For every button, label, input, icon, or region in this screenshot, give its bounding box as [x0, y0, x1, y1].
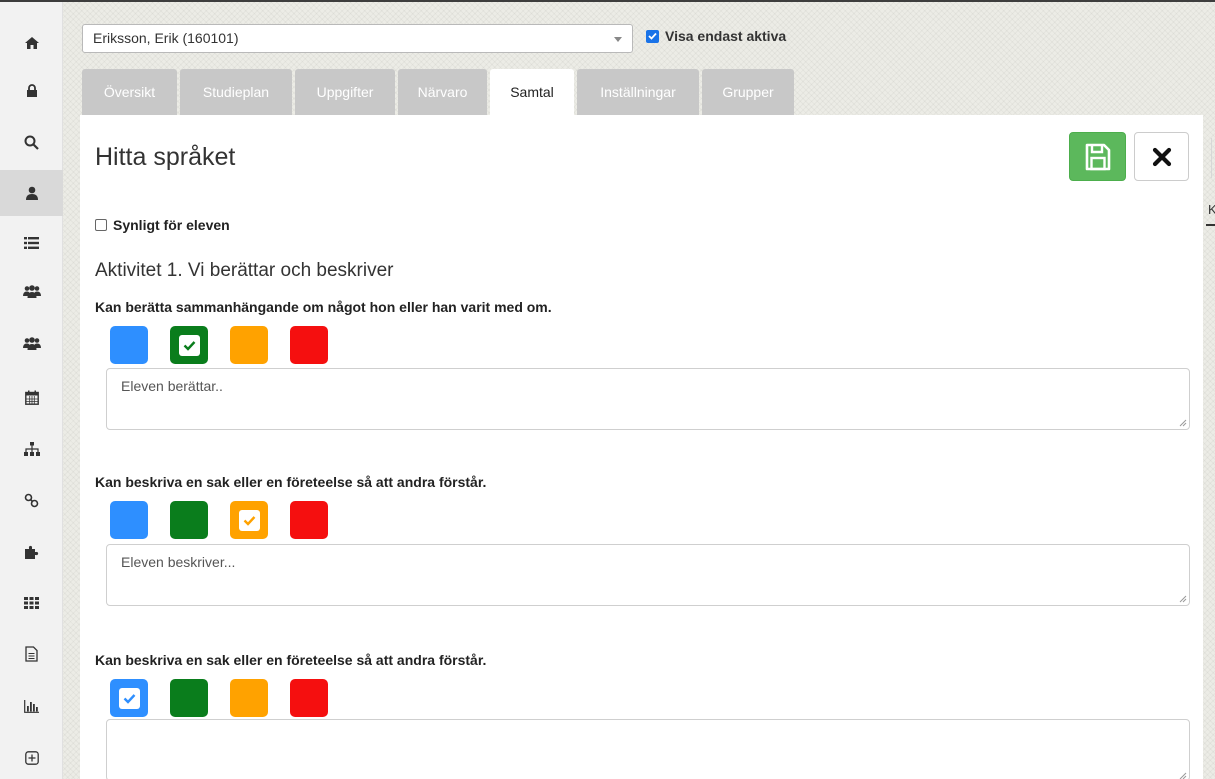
assessment-blue-button[interactable] — [110, 679, 148, 717]
group-icon[interactable] — [0, 269, 63, 315]
side-tab-underline — [1206, 224, 1215, 226]
tab-uppgifter[interactable]: Uppgifter — [295, 69, 395, 115]
assessment-options — [110, 501, 350, 539]
user-icon[interactable] — [0, 170, 63, 216]
resize-handle-icon[interactable] — [1179, 772, 1187, 779]
assessment-options — [110, 679, 350, 717]
show-only-active-label: Visa endast aktiva — [665, 28, 787, 44]
tab-installningar[interactable]: Inställningar — [577, 69, 699, 115]
link-icon[interactable] — [0, 477, 63, 523]
lock-icon[interactable] — [0, 68, 63, 114]
sitemap-icon[interactable] — [0, 426, 63, 472]
checkmark-icon — [238, 509, 260, 531]
assessment-red-button[interactable] — [290, 679, 328, 717]
calendar-icon[interactable] — [0, 374, 63, 420]
tab-bar: Översikt Studieplan Uppgifter Närvaro Sa… — [82, 69, 797, 115]
assessment-orange-button[interactable] — [230, 326, 268, 364]
save-icon — [1085, 143, 1110, 170]
comment-textarea[interactable] — [106, 719, 1190, 779]
checkmark-icon — [118, 687, 140, 709]
assessment-orange-button[interactable] — [230, 501, 268, 539]
group-icon-2[interactable] — [0, 321, 63, 367]
assessment-red-button[interactable] — [290, 326, 328, 364]
sidebar — [0, 2, 63, 779]
grid-icon[interactable] — [0, 580, 63, 626]
tab-samtal[interactable]: Samtal — [490, 69, 574, 115]
list-icon[interactable] — [0, 220, 63, 266]
assessment-green-button[interactable] — [170, 679, 208, 717]
student-select-value: Eriksson, Erik (160101) — [93, 30, 239, 46]
save-button[interactable] — [1069, 132, 1126, 181]
panel-divider — [1211, 138, 1212, 178]
show-only-active-toggle[interactable]: Visa endast aktiva — [646, 28, 786, 44]
close-button[interactable] — [1134, 132, 1189, 181]
assessment-green-button[interactable] — [170, 501, 208, 539]
document-icon[interactable] — [0, 631, 63, 677]
assessment-red-button[interactable] — [290, 501, 328, 539]
comment-placeholder: Eleven beskriver... — [121, 554, 236, 570]
plus-square-icon[interactable] — [0, 735, 63, 779]
criterion-text: Kan berätta sammanhängande om något hon … — [95, 299, 552, 315]
show-only-active-checkbox[interactable] — [646, 29, 659, 43]
assessment-blue-button[interactable] — [110, 501, 148, 539]
criterion-text: Kan beskriva en sak eller en företeelse … — [95, 652, 487, 668]
tab-oversikt[interactable]: Översikt — [82, 69, 177, 115]
checkmark-icon — [178, 334, 200, 356]
student-select[interactable]: Eriksson, Erik (160101) — [82, 24, 633, 53]
resize-handle-icon[interactable] — [1179, 419, 1187, 427]
visible-for-student-toggle[interactable]: Synligt för eleven — [95, 217, 230, 233]
criterion-text: Kan beskriva en sak eller en företeelse … — [95, 474, 487, 490]
tab-narvaro[interactable]: Närvaro — [398, 69, 487, 115]
search-icon[interactable] — [0, 119, 63, 165]
close-icon — [1152, 147, 1171, 166]
assessment-blue-button[interactable] — [110, 326, 148, 364]
page-title: Hitta språket — [95, 143, 236, 171]
chevron-down-icon — [614, 37, 622, 42]
assessment-orange-button[interactable] — [230, 679, 268, 717]
puzzle-icon[interactable] — [0, 529, 63, 575]
activity-title: Aktivitet 1. Vi berättar och beskriver — [95, 260, 394, 281]
tab-grupper[interactable]: Grupper — [702, 69, 794, 115]
comment-textarea[interactable]: Eleven berättar.. — [106, 368, 1190, 430]
comment-textarea[interactable]: Eleven beskriver... — [106, 544, 1190, 606]
tab-studieplan[interactable]: Studieplan — [180, 69, 292, 115]
comment-placeholder: Eleven berättar.. — [121, 378, 223, 394]
home-icon[interactable] — [0, 20, 63, 66]
assessment-green-button[interactable] — [170, 326, 208, 364]
visible-for-student-label: Synligt för eleven — [113, 217, 230, 233]
bar-chart-icon[interactable] — [0, 683, 63, 729]
visible-for-student-checkbox[interactable] — [95, 219, 107, 231]
assessment-options — [110, 326, 350, 364]
resize-handle-icon[interactable] — [1179, 595, 1187, 603]
side-tab-label[interactable]: K — [1208, 202, 1215, 217]
